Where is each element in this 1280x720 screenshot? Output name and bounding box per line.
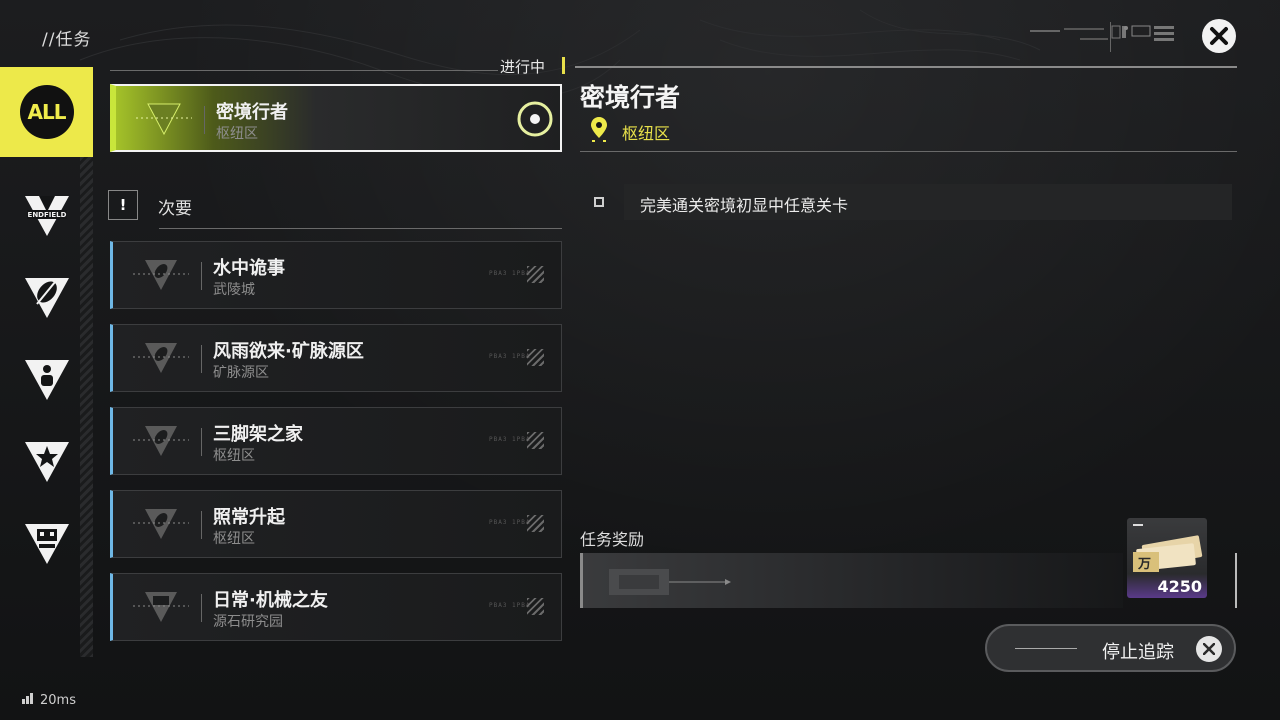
hatch-decoration [527,515,544,532]
quest-name: 照常升起 [213,507,285,528]
quest-list-item[interactable]: 水中诡事 武陵城 PBA3 1PBA [110,241,562,309]
quest-location: 枢纽区 [216,126,258,142]
quest-code: PBA3 1PBA [489,353,531,360]
leaf-triangle-icon [24,278,69,318]
sidebar-decoration [80,157,93,657]
endfield-icon: ENDFIELD [24,196,69,236]
hatch-decoration [527,598,544,615]
quest-name: 水中诡事 [213,258,285,279]
quest-name: 日常·机械之友 [213,590,328,611]
separator [201,594,202,622]
separator [201,262,202,290]
quest-name: 风雨欲来·矿脉源区 [213,341,364,362]
stop-tracking-label: 停止追踪 [1102,642,1174,663]
reward-count: 4250 [1157,577,1202,596]
divider [1235,553,1237,608]
close-button[interactable] [1202,19,1236,53]
quest-list-item[interactable]: 照常升起 枢纽区 PBA3 1PBA [110,490,562,558]
in-progress-label: 进行中 [500,58,546,76]
divider [110,70,498,71]
leaf-triangle-icon [133,343,189,373]
objective-row: 完美通关密境初显中任意关卡 [624,184,1232,220]
hatch-decoration [527,266,544,283]
quest-location: 武陵城 [213,282,255,298]
quest-code: PBA3 1PBA [489,519,531,526]
svg-text:万: 万 [1137,557,1151,572]
page-title: //任务 [42,30,92,50]
robot-triangle-icon [24,524,69,564]
quest-location: 矿脉源区 [213,365,269,381]
quest-location: 枢纽区 [213,448,255,464]
star-triangle-icon [24,442,69,482]
hud-decoration [1030,22,1174,52]
quest-name: 三脚架之家 [213,424,303,445]
leaf-triangle-icon [133,426,189,456]
quest-list-item[interactable]: 风雨欲来·矿脉源区 矿脉源区 PBA3 1PBA [110,324,562,392]
close-icon [1210,27,1228,45]
leaf-triangle-icon [133,260,189,290]
quest-code: PBA3 1PBA [489,602,531,609]
decorative-line [1015,648,1077,649]
divider [575,66,1237,68]
leaf-triangle-icon [133,509,189,539]
separator [201,511,202,539]
in-progress-marker [562,57,565,74]
detail-title: 密境行者 [580,83,681,112]
quest-location: 源石研究园 [213,614,283,630]
currency-notes-icon: 万 [1133,524,1203,572]
stop-tracking-button[interactable]: 停止追踪 [985,624,1236,672]
location-pin-icon [591,117,607,142]
tracking-target-icon [517,101,553,137]
separator [204,106,205,134]
quest-list-item[interactable]: 日常·机械之友 源石研究园 PBA3 1PBA [110,573,562,641]
objective-text: 完美通关密境初显中任意关卡 [640,196,849,215]
network-ping: 20ms [22,693,76,708]
svg-text:ENDFIELD: ENDFIELD [27,211,66,219]
quest-name: 密境行者 [216,102,288,123]
hatch-decoration [527,349,544,366]
divider [580,151,1237,152]
quest-triangle-icon [136,103,192,136]
separator [201,345,202,373]
section-label: 次要 [158,199,192,219]
signal-icon [22,693,34,708]
alert-icon: ! [108,190,138,220]
person-triangle-icon [24,360,69,400]
tracked-quest-card[interactable]: 密境行者 枢纽区 [110,84,562,152]
detail-location: 枢纽区 [622,124,671,143]
close-icon [1196,636,1222,662]
all-icon: ALL [19,85,74,139]
robot-triangle-icon [133,592,189,622]
ping-value: 20ms [40,693,76,708]
quest-location: 枢纽区 [213,531,255,547]
quest-code: PBA3 1PBA [489,270,531,277]
separator [201,428,202,456]
reward-item-card[interactable]: 万 4250 [1127,518,1207,598]
quest-list-item[interactable]: 三脚架之家 枢纽区 PBA3 1PBA [110,407,562,475]
objective-checkbox [594,197,604,207]
reward-label: 任务奖励 [580,530,645,549]
crate-icon [609,569,731,595]
sidebar-item-all[interactable]: ALL [0,67,93,157]
reward-bar [580,553,1123,608]
divider [159,228,562,229]
hatch-decoration [527,432,544,449]
quest-code: PBA3 1PBA [489,436,531,443]
